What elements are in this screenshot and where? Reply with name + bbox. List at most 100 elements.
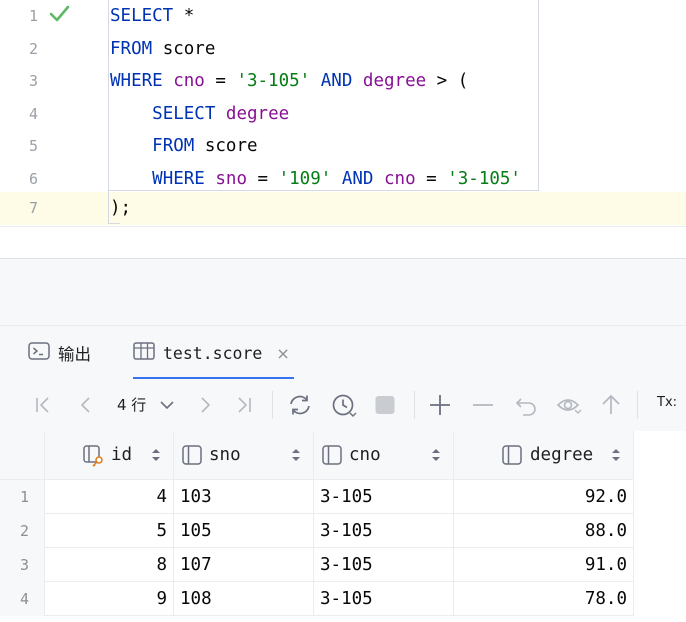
- last-page-icon[interactable]: [234, 393, 254, 421]
- sort-icon[interactable]: [291, 447, 301, 467]
- cell-id[interactable]: 8: [45, 548, 174, 582]
- code-token: score: [152, 38, 216, 59]
- code-token: FROM: [152, 136, 195, 156]
- code-text: );: [110, 192, 131, 224]
- code-text: SELECT degree: [110, 98, 289, 130]
- column-name: sno: [209, 445, 241, 465]
- column-name: cno: [349, 445, 381, 465]
- code-token: '109': [278, 168, 332, 189]
- code-token: =: [204, 71, 237, 91]
- first-page-icon[interactable]: [33, 393, 53, 421]
- tab-label: test.score: [163, 343, 263, 363]
- column-header-sno[interactable]: sno: [174, 431, 314, 480]
- cell-id[interactable]: 9: [45, 582, 174, 616]
- code-token: SELECT: [110, 6, 174, 26]
- grid-header: id sno cno degree: [0, 431, 686, 480]
- tab-label: 输出: [58, 345, 91, 364]
- cell-cno[interactable]: 3-105: [314, 582, 454, 616]
- stop-icon[interactable]: [374, 393, 396, 421]
- code-text: WHERE cno = '3-105' AND degree > (: [110, 65, 468, 97]
- cell-id[interactable]: 5: [45, 514, 174, 548]
- code-token: );: [110, 198, 132, 218]
- cell-id[interactable]: 4: [45, 480, 174, 514]
- code-token: AND: [320, 71, 353, 91]
- column-icon: [501, 444, 523, 466]
- cell-sno[interactable]: 103: [174, 480, 314, 514]
- submit-up-arrow-icon[interactable]: [600, 393, 622, 421]
- toolbar-separator: [414, 391, 415, 419]
- line-number: 2: [28, 39, 38, 58]
- row-number: 4: [0, 582, 45, 616]
- history-clock-icon[interactable]: [331, 393, 359, 423]
- code-token: degree: [225, 103, 290, 124]
- code-token: cno: [384, 168, 416, 189]
- code-token: =: [415, 168, 448, 189]
- code-line-3[interactable]: 3 WHERE cno = '3-105' AND degree > (: [0, 65, 686, 98]
- code-line-5[interactable]: 5 FROM score: [0, 130, 686, 163]
- code-line-4[interactable]: 4 SELECT degree: [0, 98, 686, 131]
- code-text: FROM score: [110, 33, 215, 65]
- column-icon: [181, 444, 203, 466]
- code-token: FROM: [110, 38, 153, 59]
- cell-sno[interactable]: 107: [174, 548, 314, 582]
- tab-test-score[interactable]: test.score ×: [133, 326, 294, 380]
- line-number: 7: [28, 199, 38, 217]
- code-line-6[interactable]: 6 WHERE sno = '109' AND cno = '3-105': [0, 163, 686, 196]
- sort-icon[interactable]: [611, 447, 621, 467]
- line-number: 4: [28, 104, 38, 123]
- sort-icon[interactable]: [151, 447, 161, 467]
- code-line-2[interactable]: 2 FROM score: [0, 33, 686, 66]
- toolbar-separator: [637, 391, 638, 419]
- chevron-down-icon[interactable]: [158, 395, 176, 419]
- code-text: FROM score: [110, 130, 257, 162]
- cell-sno[interactable]: 108: [174, 582, 314, 616]
- next-page-icon[interactable]: [195, 393, 215, 421]
- column-header-id[interactable]: id: [45, 431, 174, 480]
- table-row[interactable]: 1 4 103 3-105 92.0: [0, 480, 634, 514]
- results-grid: id sno cno degree n 1 4 103: [0, 431, 686, 622]
- revert-icon[interactable]: [514, 393, 538, 421]
- line-number: 6: [28, 169, 38, 188]
- code-line-1[interactable]: 1 SELECT *: [0, 0, 686, 33]
- previous-page-icon[interactable]: [76, 393, 96, 421]
- row-number: 1: [0, 480, 45, 514]
- table-row[interactable]: 3 8 107 3-105 91.0: [0, 548, 634, 582]
- row-count-dropdown[interactable]: 4 行: [117, 393, 146, 417]
- sort-icon[interactable]: [431, 447, 441, 467]
- cell-degree[interactable]: 92.0: [454, 480, 634, 514]
- cell-degree[interactable]: 91.0: [454, 548, 634, 582]
- column-header-degree[interactable]: degree: [454, 431, 634, 480]
- close-icon[interactable]: ×: [276, 344, 289, 363]
- cell-degree[interactable]: 88.0: [454, 514, 634, 548]
- results-tab-bar: 输出 test.score ×: [0, 325, 686, 380]
- code-token: > (: [426, 71, 469, 91]
- transaction-mode-label[interactable]: Tx:: [657, 395, 677, 410]
- line-number: 5: [28, 137, 38, 155]
- preview-eye-icon[interactable]: [556, 393, 584, 421]
- delete-row-icon[interactable]: [472, 393, 494, 421]
- column-header-cno[interactable]: cno: [314, 431, 454, 480]
- code-token: WHERE: [152, 168, 205, 189]
- cell-sno[interactable]: 105: [174, 514, 314, 548]
- cell-degree[interactable]: 78.0: [454, 582, 634, 616]
- code-token: WHERE: [110, 71, 163, 91]
- cell-cno[interactable]: 3-105: [314, 514, 454, 548]
- cell-cno[interactable]: 3-105: [314, 548, 454, 582]
- cell-cno[interactable]: 3-105: [314, 480, 454, 514]
- table-row[interactable]: 4 9 108 3-105 78.0: [0, 582, 634, 616]
- code-token: '3-105': [236, 71, 311, 91]
- code-token: =: [247, 168, 279, 189]
- code-line-7[interactable]: 7 );: [0, 192, 686, 225]
- refresh-icon[interactable]: [287, 393, 313, 421]
- sql-editor[interactable]: 1 SELECT * 2 FROM score 3 WHERE cno = '3…: [0, 0, 686, 227]
- tab-output[interactable]: 输出: [28, 326, 91, 380]
- code-token: sno: [215, 168, 247, 189]
- panel-splitter[interactable]: [0, 259, 686, 325]
- add-row-icon[interactable]: [428, 393, 452, 421]
- table-row[interactable]: 2 5 105 3-105 88.0: [0, 514, 634, 548]
- row-number-header: [0, 431, 45, 480]
